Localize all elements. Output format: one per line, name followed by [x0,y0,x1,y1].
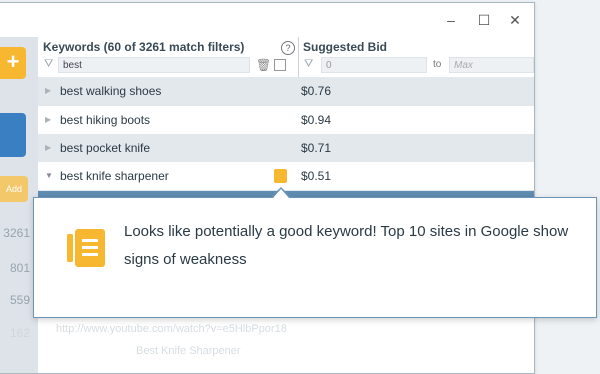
expand-icon[interactable]: ▶ [45,106,51,134]
bid-min-input[interactable]: 0 [321,57,427,73]
tooltip-arrow-fill [273,189,289,198]
table-row[interactable]: ▶ best hiking boots $0.94 [38,106,534,135]
bid-cell: $0.94 [301,113,332,127]
keyword-tooltip: Looks like potentially a good keyword! T… [33,197,597,318]
count-item: 3261 [3,226,30,240]
bid-cell: $0.76 [301,84,332,98]
filter-icon: ⛛ [304,58,314,70]
keywords-column-header[interactable]: Keywords (60 of 3261 match filters) [43,40,244,54]
count-item: 162 [9,326,30,340]
expand-icon[interactable]: ▶ [45,77,51,105]
keyword-cell: best pocket knife [60,141,151,155]
column-divider[interactable] [298,37,299,77]
close-button[interactable]: ✕ [505,11,525,29]
count-item: 801 [9,261,30,275]
table-row[interactable]: ▶ best pocket knife $0.71 [38,134,534,163]
add-list-button[interactable]: + [0,47,26,79]
bid-cell: $0.71 [301,141,332,155]
table-row[interactable]: ▶ best walking shoes $0.76 [38,77,534,106]
minimize-button[interactable]: – [441,11,461,29]
collapse-icon[interactable]: ▼ [45,162,53,190]
count-item: 559 [9,293,30,307]
keyword-cell: best walking shoes [60,84,162,98]
background-url: http://www.youtube.com/watch?v=e5HlbPpor… [56,323,287,335]
maximize-button[interactable]: ☐ [474,11,494,29]
note-icon[interactable] [274,169,287,183]
range-separator: to [433,59,442,70]
bid-cell: $0.51 [301,169,332,183]
suggested-bid-column-header[interactable]: Suggested Bid [303,40,387,54]
tooltip-text: Looks like potentially a good keyword! T… [124,223,569,268]
columns-icon[interactable] [274,59,286,71]
filter-icon: ⛛ [44,58,54,70]
keyword-cell: best knife sharpener [60,169,169,183]
add-button[interactable]: Add [0,176,28,202]
expand-icon[interactable]: ▶ [45,134,51,162]
sidebar-blue-button[interactable] [0,113,26,157]
title-bar: – ☐ ✕ [0,3,534,37]
background-title: Best Knife Sharpener [136,345,241,357]
keyword-filter-input[interactable]: best [58,57,250,73]
bid-max-input[interactable]: Max [449,57,534,73]
keyword-cell: best hiking boots [60,113,151,127]
trash-icon[interactable]: 🗑 [256,58,271,72]
table-header: Keywords (60 of 3261 match filters) ? Su… [38,37,534,78]
help-icon[interactable]: ? [281,41,295,55]
app-window: – ☐ ✕ + Add 3261 801 559 162 Keywords (6… [0,2,535,374]
document-icon [67,229,105,267]
